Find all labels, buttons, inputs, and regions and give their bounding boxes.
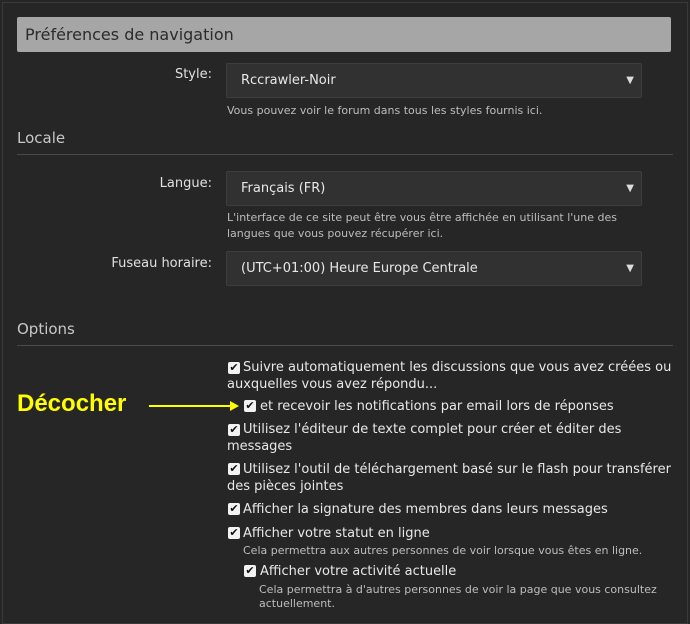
language-label: Langue: [159,176,212,191]
option-rich-editor-label: Utilisez l'éditeur de texte complet pour… [243,422,622,437]
checkbox-current-activity[interactable]: ✔ [244,565,256,577]
arrow-right-icon [230,401,239,411]
style-label: Style: [174,67,212,82]
option-flash-uploader-label: Utilisez l'outil de téléchargement basé … [243,462,671,477]
style-help: Vous pouvez voir le forum dans tous les … [227,104,543,117]
section-title-options: Options [17,320,75,338]
annotation-label: Décocher [17,390,127,417]
timezone-select-value: (UTC+01:00) Heure Europe Centrale [241,261,478,276]
language-help-line: langues que vous pouvez récupérer ici. [227,227,444,240]
option-current-activity-help: Cela permettra à d'autres personnes de v… [259,583,657,611]
option-flash-uploader-label-cont: des pièces jointes [227,479,344,494]
language-help-line: L'interface de ce site peut être vous êt… [227,211,617,224]
language-select[interactable]: Français (FR) ▼ [226,171,642,206]
divider [17,345,673,346]
chevron-down-icon: ▼ [626,75,634,86]
checkbox-show-signatures[interactable]: ✔ [228,503,240,515]
page-title: Préférences de navigation [17,17,671,52]
option-auto-watch-label: Suivre automatiquement les discussions q… [243,360,672,375]
language-help: L'interface de ce site peut être vous êt… [227,210,617,242]
timezone-select[interactable]: (UTC+01:00) Heure Europe Centrale ▼ [226,251,642,286]
option-show-signatures-label: Afficher la signature des membres dans l… [243,502,608,517]
annotation-arrow-line [149,405,233,407]
style-select-value: Rccrawler-Noir [241,73,336,88]
divider [17,154,673,155]
timezone-label: Fuseau horaire: [111,256,212,271]
option-current-activity-help-line: actuellement. [259,597,335,610]
checkbox-email-notifications[interactable]: ✔ [244,400,256,412]
option-online-status-label: Afficher votre statut en ligne [243,526,430,541]
checkbox-auto-watch[interactable]: ✔ [228,362,240,374]
chevron-down-icon: ▼ [626,183,634,194]
option-current-activity-label: Afficher votre activité actuelle [260,564,457,579]
option-email-notifications-label: et recevoir les notifications par email … [260,399,614,414]
section-title-locale: Locale [17,129,66,147]
chevron-down-icon: ▼ [626,263,634,274]
checkbox-flash-uploader[interactable]: ✔ [228,463,240,475]
option-current-activity-help-line: Cela permettra à d'autres personnes de v… [259,583,657,596]
checkbox-online-status[interactable]: ✔ [228,527,240,539]
checkbox-rich-editor[interactable]: ✔ [228,424,240,436]
option-rich-editor-label-cont: messages [227,439,293,454]
style-select[interactable]: Rccrawler-Noir ▼ [226,63,642,98]
option-online-status-help: Cela permettra aux autres personnes de v… [243,544,643,557]
language-select-value: Français (FR) [241,181,326,196]
option-auto-watch-label-cont: auxquelles vous avez répondu... [227,377,438,392]
